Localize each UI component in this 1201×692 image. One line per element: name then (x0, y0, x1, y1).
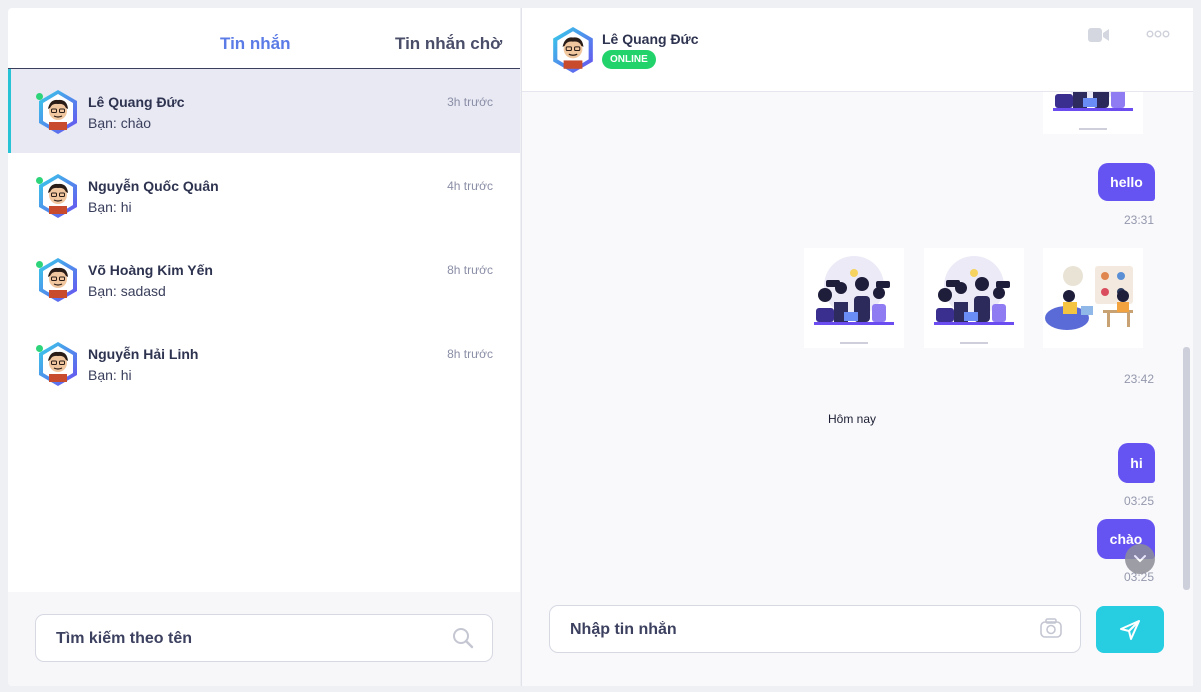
more-icon[interactable] (1146, 30, 1170, 38)
online-indicator (36, 93, 43, 100)
message-composer (522, 590, 1193, 686)
online-indicator (36, 345, 43, 352)
video-camera-icon[interactable] (1088, 27, 1110, 43)
conversation-preview: Bạn: hi (88, 367, 132, 383)
send-icon (1120, 620, 1140, 640)
online-indicator (36, 261, 43, 268)
avatar (36, 341, 80, 387)
user-avatar-icon (552, 26, 594, 74)
conversation-preview: Bạn: hi (88, 199, 132, 215)
search-area (8, 592, 520, 686)
conversation-name: Nguyễn Quốc Quân (88, 178, 219, 194)
message-time: 03:25 (1124, 494, 1155, 508)
date-divider: Hôm nay (828, 412, 877, 426)
online-indicator (36, 177, 43, 184)
conversation-item[interactable]: Nguyễn Quốc Quân Bạn: hi 4h trước (8, 153, 520, 237)
conversation-name: Võ Hoàng Kim Yến (88, 262, 213, 278)
send-button[interactable] (1096, 606, 1164, 653)
message-image[interactable] (1043, 92, 1143, 134)
avatar (36, 89, 80, 135)
chat-contact-name: Lê Quang Đức (602, 31, 699, 47)
message-image[interactable] (1043, 248, 1143, 348)
chat-panel: Lê Quang Đức ONLINE hello 23:31 23:42 Hô… (521, 8, 1193, 686)
avatar (36, 173, 80, 219)
conversation-time: 4h trước (447, 179, 493, 193)
scrollbar[interactable] (1183, 347, 1190, 590)
message-bubble[interactable]: hi (1118, 443, 1155, 483)
conversation-time: 8h trước (447, 347, 493, 361)
conversation-name: Nguyễn Hải Linh (88, 346, 199, 362)
message-image[interactable] (924, 248, 1024, 348)
tab-messages[interactable]: Tin nhắn (220, 34, 291, 54)
conversation-preview: Bạn: sadasd (88, 283, 166, 299)
message-input[interactable] (568, 606, 1032, 654)
message-bubble[interactable]: hello (1098, 163, 1155, 201)
conversation-time: 3h trước (447, 95, 493, 109)
scroll-down-button[interactable] (1125, 544, 1155, 574)
status-badge: ONLINE (602, 50, 656, 69)
conversation-preview: Bạn: chào (88, 115, 152, 131)
message-image[interactable] (804, 248, 904, 348)
avatar (36, 257, 80, 303)
chevron-down-icon (1134, 555, 1146, 563)
search-icon[interactable] (452, 627, 474, 649)
message-time: 23:31 (1124, 213, 1155, 227)
conversation-panel: Tin nhắn Tin nhắn chờ Lê Quang Đức Bạn: … (8, 8, 520, 686)
search-input[interactable] (54, 615, 438, 663)
search-box (35, 614, 493, 663)
camera-icon[interactable] (1040, 618, 1062, 638)
avatar[interactable] (550, 26, 596, 74)
conversation-time: 8h trước (447, 263, 493, 277)
conversation-item[interactable]: Võ Hoàng Kim Yến Bạn: sadasd 8h trước (8, 237, 520, 321)
chat-header: Lê Quang Đức ONLINE (522, 8, 1193, 92)
message-list: hello 23:31 23:42 Hôm nay hi 03:25 chào … (522, 92, 1193, 598)
conversation-item[interactable]: Lê Quang Đức Bạn: chào 3h trước (8, 69, 520, 153)
message-input-box (549, 605, 1081, 654)
conversation-tabs: Tin nhắn Tin nhắn chờ (8, 8, 520, 69)
message-time: 23:42 (1124, 372, 1155, 386)
tab-pending-messages[interactable]: Tin nhắn chờ (395, 34, 502, 54)
conversation-name: Lê Quang Đức (88, 94, 185, 110)
conversation-list: Lê Quang Đức Bạn: chào 3h trước Nguyễn Q… (8, 69, 520, 405)
conversation-item[interactable]: Nguyễn Hải Linh Bạn: hi 8h trước (8, 321, 520, 405)
